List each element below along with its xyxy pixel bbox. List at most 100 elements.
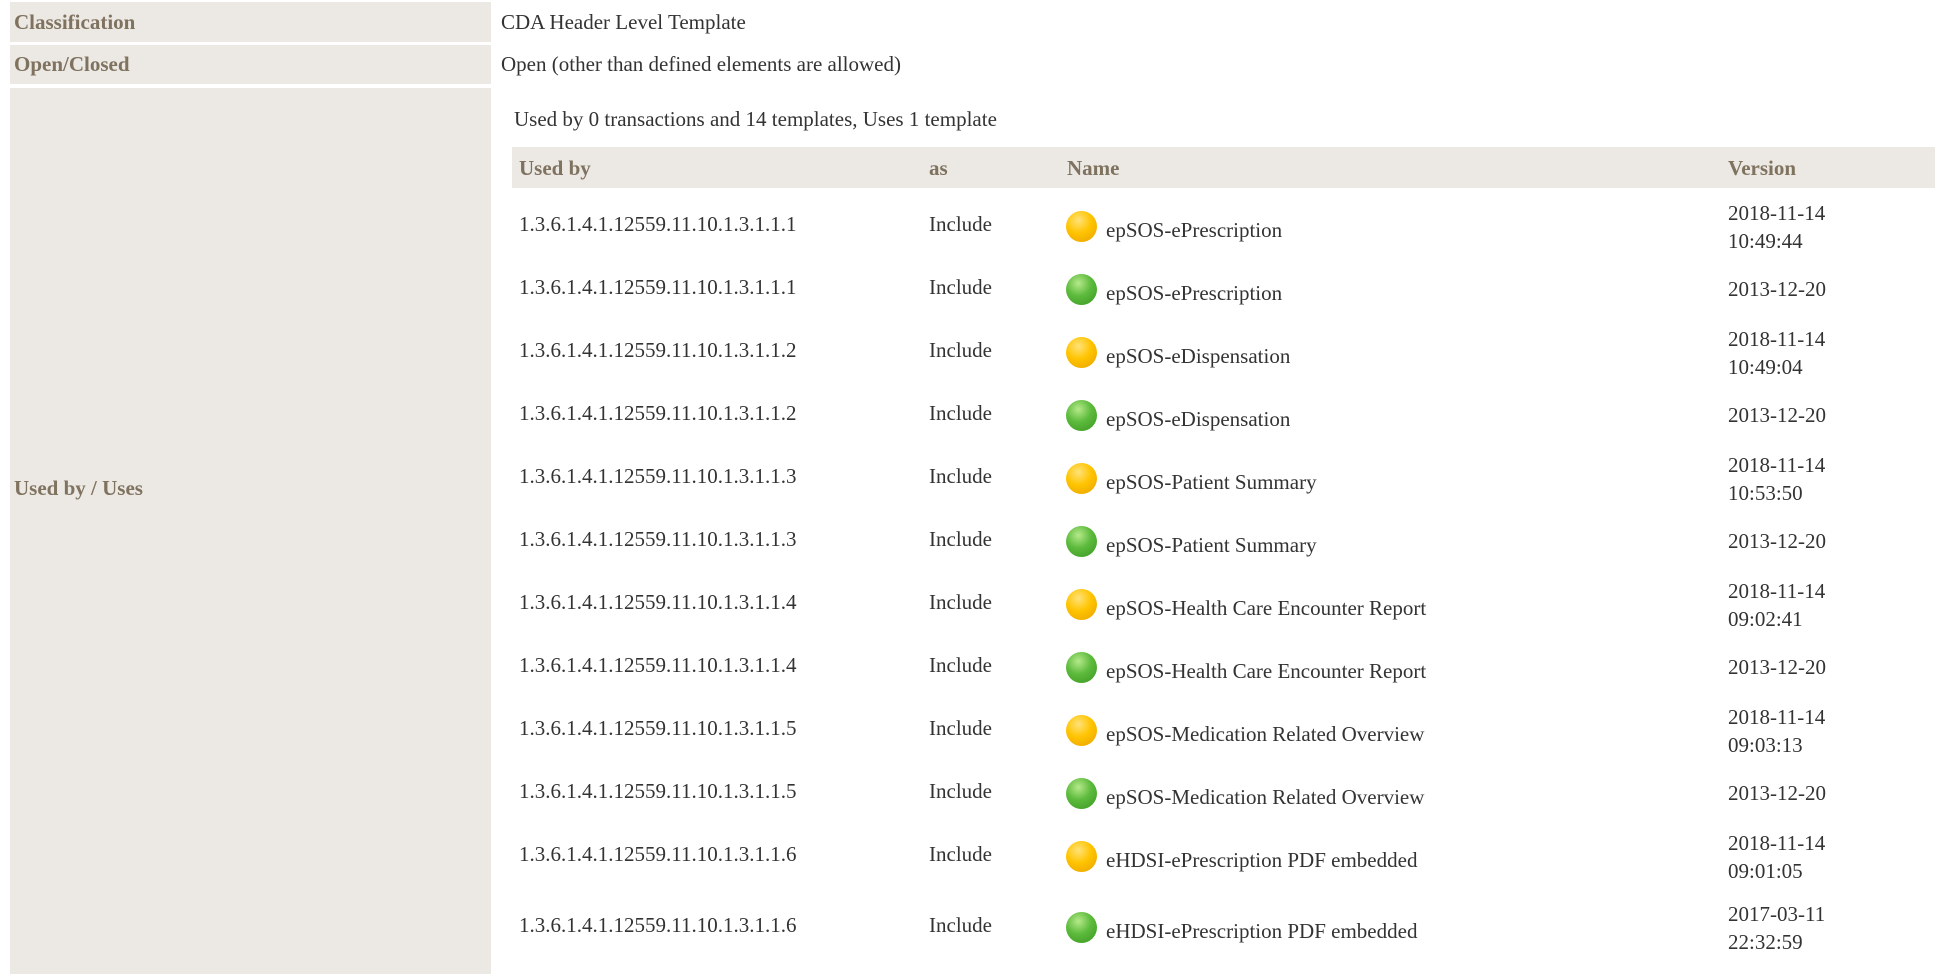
- used-by-id: 1.3.6.1.4.1.12559.11.10.1.3.1.1.1: [519, 275, 797, 299]
- status-yellow-icon: [1066, 463, 1097, 494]
- open-closed-label-text: Open/Closed: [14, 52, 130, 76]
- version-date: 2013-12-20: [1728, 403, 1826, 427]
- version-time: 09:01:05: [1728, 859, 1803, 883]
- header-as: as: [929, 156, 948, 180]
- table-row[interactable]: 1.3.6.1.4.1.12559.11.10.1.3.1.1.2 Include…: [512, 384, 1935, 447]
- status-yellow-icon: [1066, 337, 1097, 368]
- table-row[interactable]: 1.3.6.1.4.1.12559.11.10.1.3.1.1.5 Include…: [512, 762, 1935, 825]
- version-date: 2018-11-14: [1728, 201, 1826, 225]
- table-row[interactable]: 1.3.6.1.4.1.12559.11.10.1.3.1.1.4 Include…: [512, 636, 1935, 699]
- template-name-link[interactable]: epSOS-Health Care Encounter Report: [1106, 659, 1426, 684]
- table-row[interactable]: 1.3.6.1.4.1.12559.11.10.1.3.1.1.6 Include…: [512, 896, 1935, 959]
- used-by-uses-label-text: Used by / Uses: [14, 475, 143, 500]
- version-cell: 2013-12-20: [1728, 401, 1826, 429]
- status-green-icon: [1066, 912, 1097, 943]
- relation-type: Include: [929, 653, 992, 677]
- version-cell: 2013-12-20: [1728, 653, 1826, 681]
- status-green-icon: [1066, 274, 1097, 305]
- table-row[interactable]: 1.3.6.1.4.1.12559.11.10.1.3.1.1.1 Include…: [512, 195, 1935, 258]
- status-green-icon: [1066, 400, 1097, 431]
- template-name-link[interactable]: epSOS-eDispensation: [1106, 344, 1290, 369]
- version-cell: 2013-12-20: [1728, 779, 1826, 807]
- open-closed-label: Open/Closed: [10, 45, 491, 84]
- version-date: 2013-12-20: [1728, 277, 1826, 301]
- template-name-link[interactable]: epSOS-ePrescription: [1106, 281, 1282, 306]
- relation-type: Include: [929, 338, 992, 362]
- relation-type: Include: [929, 913, 992, 937]
- usage-table-header: Used by as Name Version: [512, 147, 1935, 188]
- template-name-link[interactable]: epSOS-Medication Related Overview: [1106, 785, 1424, 810]
- version-time: 10:53:50: [1728, 481, 1803, 505]
- template-name-link[interactable]: epSOS-Patient Summary: [1106, 533, 1317, 558]
- version-time: 09:02:41: [1728, 607, 1803, 631]
- version-time: 09:03:13: [1728, 733, 1803, 757]
- version-date: 2018-11-14: [1728, 705, 1826, 729]
- status-green-icon: [1066, 652, 1097, 683]
- version-date: 2017-03-11: [1728, 902, 1826, 926]
- used-by-id: 1.3.6.1.4.1.12559.11.10.1.3.1.1.6: [519, 913, 797, 937]
- template-name-link[interactable]: epSOS-Patient Summary: [1106, 470, 1317, 495]
- version-time: 10:49:44: [1728, 229, 1803, 253]
- version-time: 10:49:04: [1728, 355, 1803, 379]
- version-cell: 2017-03-11 22:32:59: [1728, 900, 1825, 956]
- template-name-link[interactable]: epSOS-Health Care Encounter Report: [1106, 596, 1426, 621]
- used-by-id: 1.3.6.1.4.1.12559.11.10.1.3.1.1.3: [519, 464, 797, 488]
- open-closed-value: Open (other than defined elements are al…: [501, 52, 901, 76]
- table-row[interactable]: 1.3.6.1.4.1.12559.11.10.1.3.1.1.1 Include…: [512, 258, 1935, 321]
- status-yellow-icon: [1066, 715, 1097, 746]
- used-by-id: 1.3.6.1.4.1.12559.11.10.1.3.1.1.2: [519, 401, 797, 425]
- version-date: 2018-11-14: [1728, 579, 1826, 603]
- relation-type: Include: [929, 275, 992, 299]
- template-name-link[interactable]: eHDSI-ePrescription PDF embedded: [1106, 848, 1417, 873]
- header-version: Version: [1728, 156, 1797, 180]
- version-date: 2018-11-14: [1728, 453, 1826, 477]
- status-yellow-icon: [1066, 211, 1097, 242]
- used-by-id: 1.3.6.1.4.1.12559.11.10.1.3.1.1.5: [519, 779, 797, 803]
- table-row[interactable]: 1.3.6.1.4.1.12559.11.10.1.3.1.1.2 Include…: [512, 321, 1935, 384]
- used-by-id: 1.3.6.1.4.1.12559.11.10.1.3.1.1.1: [519, 212, 797, 236]
- version-date: 2013-12-20: [1728, 529, 1826, 553]
- version-date: 2018-11-14: [1728, 831, 1826, 855]
- used-by-id: 1.3.6.1.4.1.12559.11.10.1.3.1.1.4: [519, 590, 797, 614]
- relation-type: Include: [929, 527, 992, 551]
- status-yellow-icon: [1066, 841, 1097, 872]
- relation-type: Include: [929, 842, 992, 866]
- version-cell: 2018-11-14 10:49:04: [1728, 325, 1825, 381]
- header-name: Name: [1067, 156, 1120, 180]
- used-by-id: 1.3.6.1.4.1.12559.11.10.1.3.1.1.4: [519, 653, 797, 677]
- version-time: 22:32:59: [1728, 930, 1803, 954]
- classification-value: CDA Header Level Template: [501, 10, 746, 34]
- version-cell: 2018-11-14 09:01:05: [1728, 829, 1825, 885]
- table-row[interactable]: 1.3.6.1.4.1.12559.11.10.1.3.1.1.5 Include…: [512, 699, 1935, 762]
- version-cell: 2018-11-14 09:02:41: [1728, 577, 1825, 633]
- classification-label: Classification: [10, 2, 491, 42]
- template-name-link[interactable]: epSOS-eDispensation: [1106, 407, 1290, 432]
- version-cell: 2018-11-14 10:49:44: [1728, 199, 1825, 255]
- used-by-id: 1.3.6.1.4.1.12559.11.10.1.3.1.1.3: [519, 527, 797, 551]
- version-cell: 2013-12-20: [1728, 527, 1826, 555]
- relation-type: Include: [929, 590, 992, 614]
- version-date: 2013-12-20: [1728, 781, 1826, 805]
- relation-type: Include: [929, 464, 992, 488]
- used-by-id: 1.3.6.1.4.1.12559.11.10.1.3.1.1.5: [519, 716, 797, 740]
- used-by-id: 1.3.6.1.4.1.12559.11.10.1.3.1.1.6: [519, 842, 797, 866]
- template-name-link[interactable]: epSOS-ePrescription: [1106, 218, 1282, 243]
- header-used-by: Used by: [519, 156, 591, 180]
- relation-type: Include: [929, 716, 992, 740]
- template-name-link[interactable]: epSOS-Medication Related Overview: [1106, 722, 1424, 747]
- table-row[interactable]: 1.3.6.1.4.1.12559.11.10.1.3.1.1.6 Include…: [512, 825, 1935, 888]
- status-green-icon: [1066, 778, 1097, 809]
- table-row[interactable]: 1.3.6.1.4.1.12559.11.10.1.3.1.1.3 Include…: [512, 510, 1935, 573]
- classification-label-text: Classification: [14, 9, 136, 34]
- relation-type: Include: [929, 212, 992, 236]
- used-by-uses-label: Used by / Uses: [10, 88, 491, 974]
- version-cell: 2013-12-20: [1728, 275, 1826, 303]
- version-cell: 2018-11-14 09:03:13: [1728, 703, 1825, 759]
- table-row[interactable]: 1.3.6.1.4.1.12559.11.10.1.3.1.1.4 Include…: [512, 573, 1935, 636]
- version-cell: 2018-11-14 10:53:50: [1728, 451, 1825, 507]
- template-name-link[interactable]: eHDSI-ePrescription PDF embedded: [1106, 919, 1417, 944]
- table-row[interactable]: 1.3.6.1.4.1.12559.11.10.1.3.1.1.3 Include…: [512, 447, 1935, 510]
- status-yellow-icon: [1066, 589, 1097, 620]
- usage-summary: Used by 0 transactions and 14 templates,…: [514, 107, 997, 131]
- relation-type: Include: [929, 779, 992, 803]
